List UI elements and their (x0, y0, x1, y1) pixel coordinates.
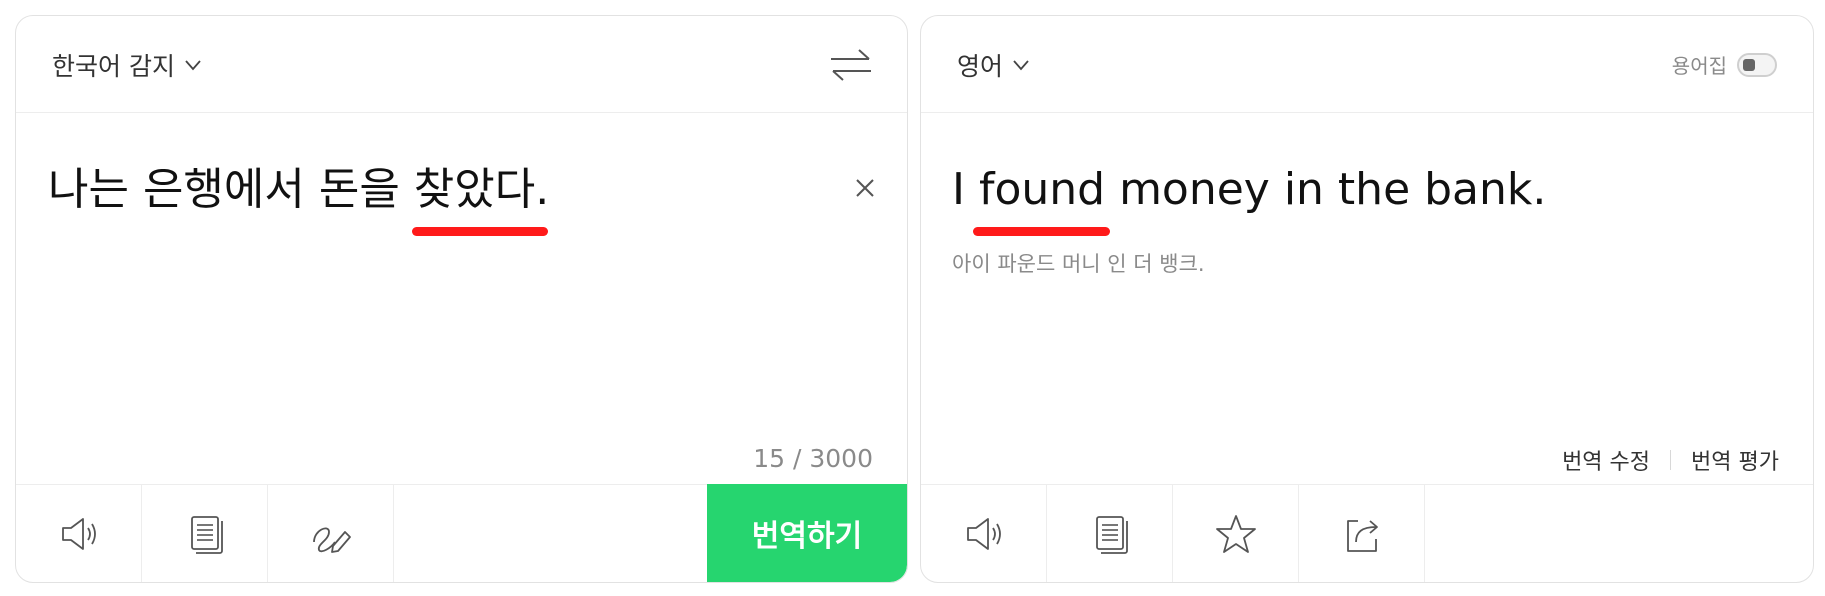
copy-icon (190, 516, 223, 554)
chevron-down-icon (1013, 59, 1029, 70)
character-count: 15 / 3000 (753, 444, 873, 473)
share-button[interactable] (1299, 485, 1425, 582)
feedback-links: 번역 수정 번역 평가 (1562, 444, 1779, 476)
copy-button[interactable] (1047, 485, 1173, 582)
target-language-select[interactable]: 영어 (957, 16, 1031, 113)
translated-text: I found money in the bank. (952, 164, 1547, 215)
handwriting-icon (312, 527, 351, 553)
listen-button[interactable] (16, 485, 142, 582)
star-icon (1215, 515, 1256, 553)
edit-translation-link[interactable]: 번역 수정 (1562, 444, 1650, 476)
target-language-label: 영어 (957, 51, 1004, 81)
close-icon[interactable] (851, 174, 879, 202)
source-language-label: 한국어 감지 (52, 51, 175, 81)
source-header: 한국어 감지 (16, 16, 907, 113)
translate-button[interactable]: 번역하기 (707, 484, 907, 582)
source-text[interactable]: 나는 은행에서 돈을 찾았다. (48, 165, 549, 214)
glossary-toggle[interactable]: 용어집 (1672, 16, 1777, 113)
copy-button[interactable] (142, 485, 268, 582)
chevron-down-icon (185, 59, 201, 70)
source-language-select[interactable]: 한국어 감지 (52, 16, 203, 113)
highlight-underline (973, 227, 1110, 236)
target-toolbar (921, 484, 1813, 582)
glossary-label: 용어집 (1671, 54, 1727, 78)
favorite-button[interactable] (1173, 485, 1299, 582)
target-panel: 영어 용어집 I found money in the bank. 아이 파운드… (920, 15, 1814, 583)
target-header: 영어 용어집 (921, 16, 1813, 113)
speaker-icon (61, 518, 96, 550)
share-icon (1346, 520, 1378, 552)
handwriting-button[interactable] (268, 485, 394, 582)
divider (1670, 450, 1672, 470)
source-panel: 한국어 감지 나는 은행에서 돈을 찾았다. 15 / 3000 번역하기 (15, 15, 908, 583)
toolbar-divider (394, 485, 395, 582)
copy-icon (1095, 516, 1128, 554)
glossary-switch[interactable] (1737, 52, 1777, 77)
swap-languages-icon[interactable] (829, 46, 873, 84)
rate-translation-link[interactable]: 번역 평가 (1691, 444, 1779, 476)
listen-button[interactable] (921, 485, 1047, 582)
highlight-underline (412, 227, 548, 236)
pronunciation-text: 아이 파운드 머니 인 더 뱅크. (952, 252, 1205, 276)
toggle-knob (1743, 58, 1755, 71)
speaker-icon (966, 518, 1001, 550)
